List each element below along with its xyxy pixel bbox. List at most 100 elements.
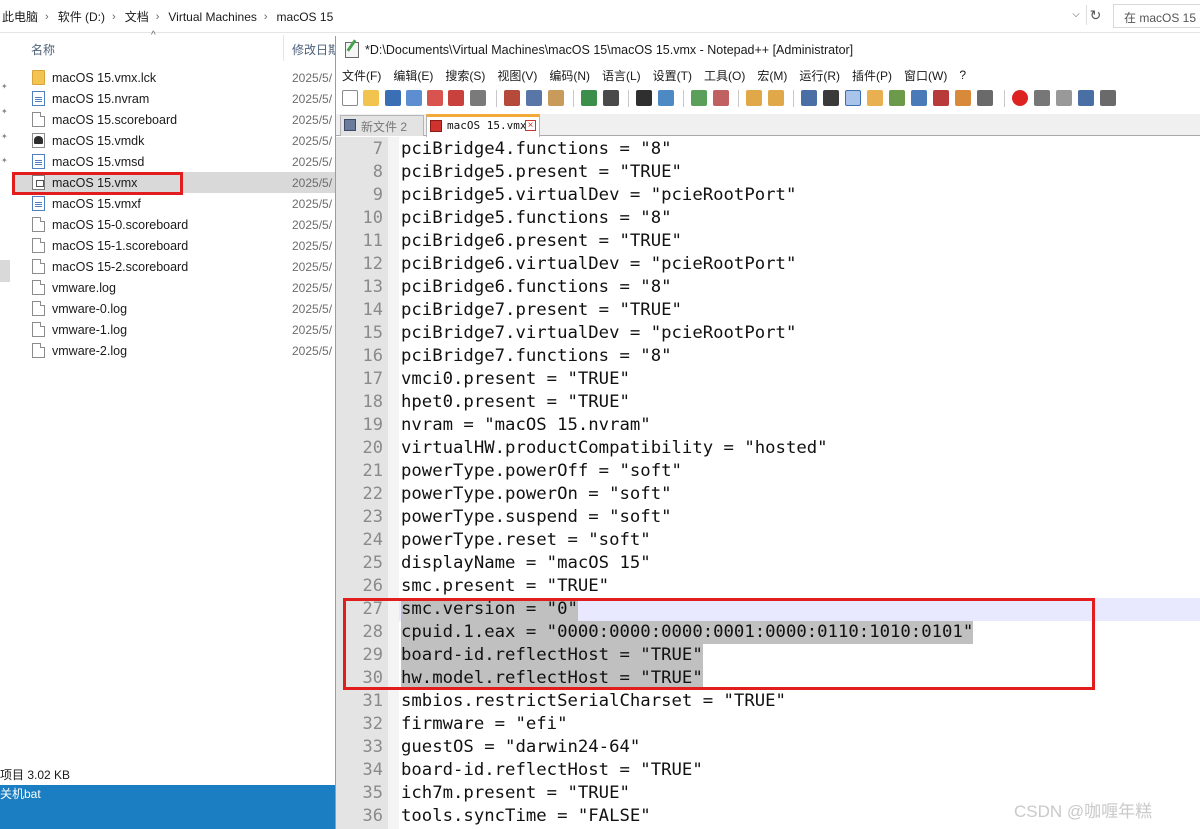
record-macro-icon[interactable]	[1012, 90, 1028, 106]
code-line[interactable]: powerType.reset = "soft"	[401, 529, 651, 552]
document-list-icon[interactable]	[933, 90, 949, 106]
taskbar-item-label[interactable]: 关机bat	[0, 785, 41, 802]
file-row[interactable]: macOS 15.vmdk 2025/5/	[12, 130, 342, 151]
address-bar[interactable]: 此电脑 › 软件 (D:) › 文档 › Virtual Machines › …	[0, 0, 1200, 33]
menu-language[interactable]: 语言(L)	[596, 67, 647, 84]
save-icon[interactable]	[385, 90, 401, 106]
word-wrap-icon[interactable]	[801, 90, 817, 106]
code-line[interactable]: pciBridge6.virtualDev = "pcieRootPort"	[401, 253, 796, 276]
code-line[interactable]: hpet0.present = "TRUE"	[401, 391, 630, 414]
code-line[interactable]: powerType.powerOn = "soft"	[401, 483, 672, 506]
column-divider[interactable]	[283, 35, 284, 61]
title-bar[interactable]: *D:\Documents\Virtual Machines\macOS 15\…	[336, 36, 1200, 64]
tab-new-file-2[interactable]: 新文件 2	[340, 115, 424, 136]
folder-icon[interactable]	[955, 90, 971, 106]
pin-icon[interactable]: ✦	[1, 157, 9, 165]
column-header-date[interactable]: 修改日期	[292, 41, 340, 58]
column-header-name[interactable]: 名称	[31, 41, 55, 58]
breadcrumb-macos-15[interactable]: macOS 15	[275, 10, 336, 24]
menu-view[interactable]: 视图(V)	[491, 67, 543, 84]
file-row[interactable]: macOS 15-2.scoreboard 2025/5/	[12, 256, 342, 277]
fold-margin[interactable]	[388, 137, 399, 829]
print-icon[interactable]	[470, 90, 486, 106]
code-line[interactable]: powerType.suspend = "soft"	[401, 506, 672, 529]
code-line[interactable]: virtualHW.productCompatibility = "hosted…	[401, 437, 828, 460]
close-file-icon[interactable]	[427, 90, 443, 106]
pin-icon[interactable]: ✦	[1, 108, 9, 116]
sync-horizontal-icon[interactable]	[768, 90, 784, 106]
file-row[interactable]: macOS 15.scoreboard 2025/5/	[12, 109, 342, 130]
close-icon[interactable]: ×	[525, 120, 536, 131]
code-line[interactable]: powerType.powerOff = "soft"	[401, 460, 682, 483]
file-row[interactable]: vmware-1.log 2025/5/	[12, 319, 342, 340]
tab-macos-15-vmx[interactable]: macOS 15.vmx ×	[426, 114, 540, 137]
code-line[interactable]: smbios.restrictSerialCharset = "TRUE"	[401, 690, 786, 713]
menu-search[interactable]: 搜索(S)	[439, 67, 491, 84]
code-line[interactable]: vmci0.present = "TRUE"	[401, 368, 630, 391]
folder-as-workspace-icon[interactable]	[911, 90, 927, 106]
code-line[interactable]: pciBridge7.virtualDev = "pcieRootPort"	[401, 322, 796, 345]
menu-file[interactable]: 文件(F)	[336, 67, 387, 84]
code-line[interactable]: nvram = "macOS 15.nvram"	[401, 414, 651, 437]
save-macro-icon[interactable]	[1100, 90, 1116, 106]
file-row[interactable]: macOS 15.vmsd 2025/5/	[12, 151, 342, 172]
menu-edit[interactable]: 编辑(E)	[387, 67, 439, 84]
breadcrumb-this-pc[interactable]: 此电脑	[0, 8, 40, 25]
zoom-in-icon[interactable]	[691, 90, 707, 106]
sync-vertical-icon[interactable]	[746, 90, 762, 106]
breadcrumb-documents[interactable]: 文档	[123, 8, 151, 25]
chevron-down-icon[interactable]: ⌵	[1068, 6, 1084, 24]
copy-icon[interactable]	[526, 90, 542, 106]
menu-window[interactable]: 窗口(W)	[898, 67, 953, 84]
breadcrumb-drive-d[interactable]: 软件 (D:)	[56, 8, 107, 25]
function-list-icon[interactable]	[889, 90, 905, 106]
nav-selected-item[interactable]	[0, 260, 10, 282]
file-row[interactable]: macOS 15.vmx.lck 2025/5/	[12, 67, 342, 88]
undo-icon[interactable]	[581, 90, 597, 106]
code-line[interactable]: pciBridge6.present = "TRUE"	[401, 230, 682, 253]
show-all-chars-icon[interactable]	[823, 90, 839, 106]
code-line[interactable]: tools.syncTime = "FALSE"	[401, 805, 651, 828]
play-macro-icon[interactable]	[1056, 90, 1072, 106]
code-line[interactable]: firmware = "efi"	[401, 713, 567, 736]
zoom-out-icon[interactable]	[713, 90, 729, 106]
code-line[interactable]: board-id.reflectHost = "TRUE"	[401, 759, 703, 782]
file-row[interactable]: macOS 15.vmxf 2025/5/	[12, 193, 342, 214]
file-row[interactable]: vmware-2.log 2025/5/	[12, 340, 342, 361]
code-line[interactable]: pciBridge7.present = "TRUE"	[401, 299, 682, 322]
file-row[interactable]: vmware.log 2025/5/	[12, 277, 342, 298]
code-editor[interactable]: 7 8 9 10 11 12 13 14 15 16 17 18 19 20 21 22 23 24 25 26 27 2…	[336, 137, 1200, 829]
file-row[interactable]: macOS 15-1.scoreboard 2025/5/	[12, 235, 342, 256]
menu-macro[interactable]: 宏(M)	[751, 67, 793, 84]
monitoring-icon[interactable]	[977, 90, 993, 106]
find-icon[interactable]	[636, 90, 652, 106]
menu-tools[interactable]: 工具(O)	[698, 67, 751, 84]
code-line[interactable]: pciBridge5.virtualDev = "pcieRootPort"	[401, 184, 796, 207]
redo-icon[interactable]	[603, 90, 619, 106]
file-row[interactable]: macOS 15-0.scoreboard 2025/5/	[12, 214, 342, 235]
new-file-icon[interactable]	[342, 90, 358, 106]
save-all-icon[interactable]	[406, 90, 422, 106]
code-line[interactable]: pciBridge5.present = "TRUE"	[401, 161, 682, 184]
menu-encoding[interactable]: 编码(N)	[543, 67, 596, 84]
stop-macro-icon[interactable]	[1034, 90, 1050, 106]
code-line[interactable]: ich7m.present = "TRUE"	[401, 782, 630, 805]
file-row[interactable]: vmware-0.log 2025/5/	[12, 298, 342, 319]
menu-settings[interactable]: 设置(T)	[647, 67, 698, 84]
document-map-icon[interactable]	[867, 90, 883, 106]
code-line[interactable]: guestOS = "darwin24-64"	[401, 736, 640, 759]
replace-icon[interactable]	[658, 90, 674, 106]
run-macro-multiple-icon[interactable]	[1078, 90, 1094, 106]
search-input[interactable]: 在 macOS 15	[1113, 4, 1200, 28]
refresh-icon[interactable]: ↻	[1086, 5, 1104, 25]
code-line[interactable]: pciBridge6.functions = "8"	[401, 276, 672, 299]
code-line[interactable]: pciBridge4.functions = "8"	[401, 138, 672, 161]
menu-run[interactable]: 运行(R)	[793, 67, 846, 84]
paste-icon[interactable]	[548, 90, 564, 106]
close-all-icon[interactable]	[448, 90, 464, 106]
file-row[interactable]: macOS 15.nvram 2025/5/	[12, 88, 342, 109]
code-line[interactable]: pciBridge7.functions = "8"	[401, 345, 672, 368]
code-line[interactable]: smc.present = "TRUE"	[401, 575, 609, 598]
code-line[interactable]: pciBridge5.functions = "8"	[401, 207, 672, 230]
breadcrumb-virtual-machines[interactable]: Virtual Machines	[166, 10, 259, 24]
